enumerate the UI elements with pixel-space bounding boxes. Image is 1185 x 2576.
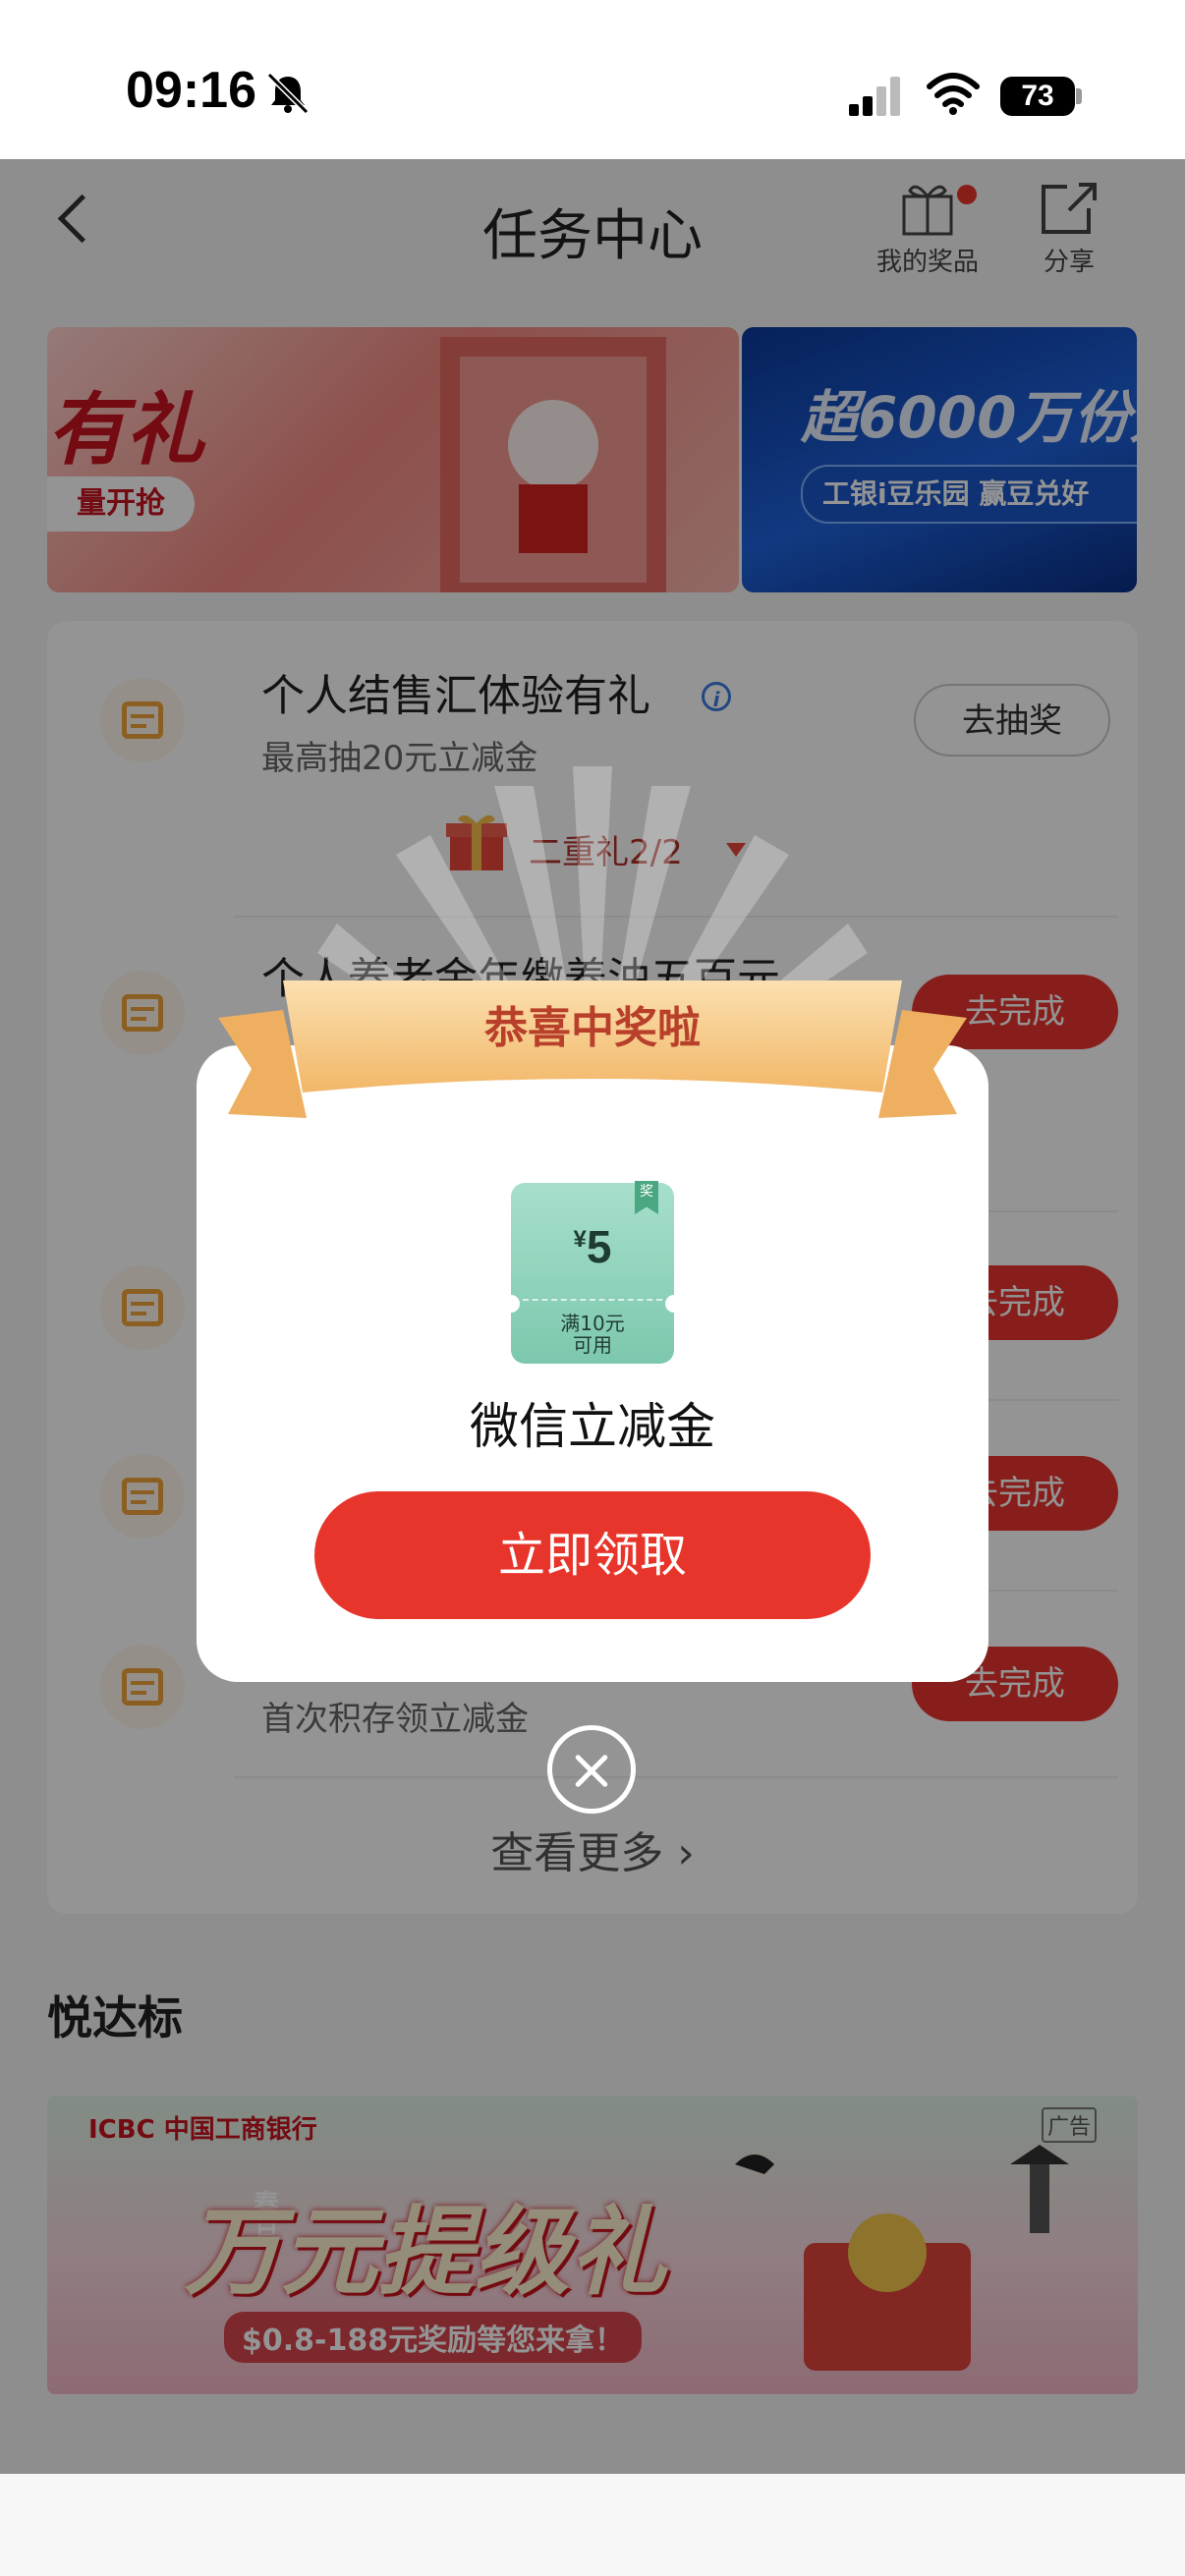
coupon-value: ¥5	[511, 1220, 674, 1273]
wifi-icon	[927, 73, 980, 115]
close-icon[interactable]	[547, 1725, 636, 1814]
battery-tip	[1076, 88, 1082, 104]
bottom-bar	[0, 2474, 1185, 2576]
coupon-notch	[665, 1295, 683, 1313]
cellular-signal-icon	[849, 77, 900, 116]
coupon-amount: 5	[586, 1221, 612, 1272]
bell-muted-icon	[266, 72, 310, 115]
prize-name: 微信立减金	[470, 1398, 715, 1455]
ribbon-title: 恭喜中奖啦	[484, 1003, 701, 1053]
coupon-condition-line-1: 满10元	[560, 1312, 625, 1335]
status-time: 09:16	[126, 62, 256, 119]
coupon-currency: ¥	[573, 1226, 587, 1253]
battery-indicator: 73	[1000, 77, 1075, 116]
coupon-notch	[502, 1295, 520, 1313]
coupon-divider	[523, 1299, 662, 1301]
coupon-condition-line-2: 可用	[573, 1333, 612, 1357]
coupon-condition: 满10元 可用	[511, 1313, 674, 1356]
claim-now-button[interactable]: 立即领取	[314, 1491, 871, 1619]
